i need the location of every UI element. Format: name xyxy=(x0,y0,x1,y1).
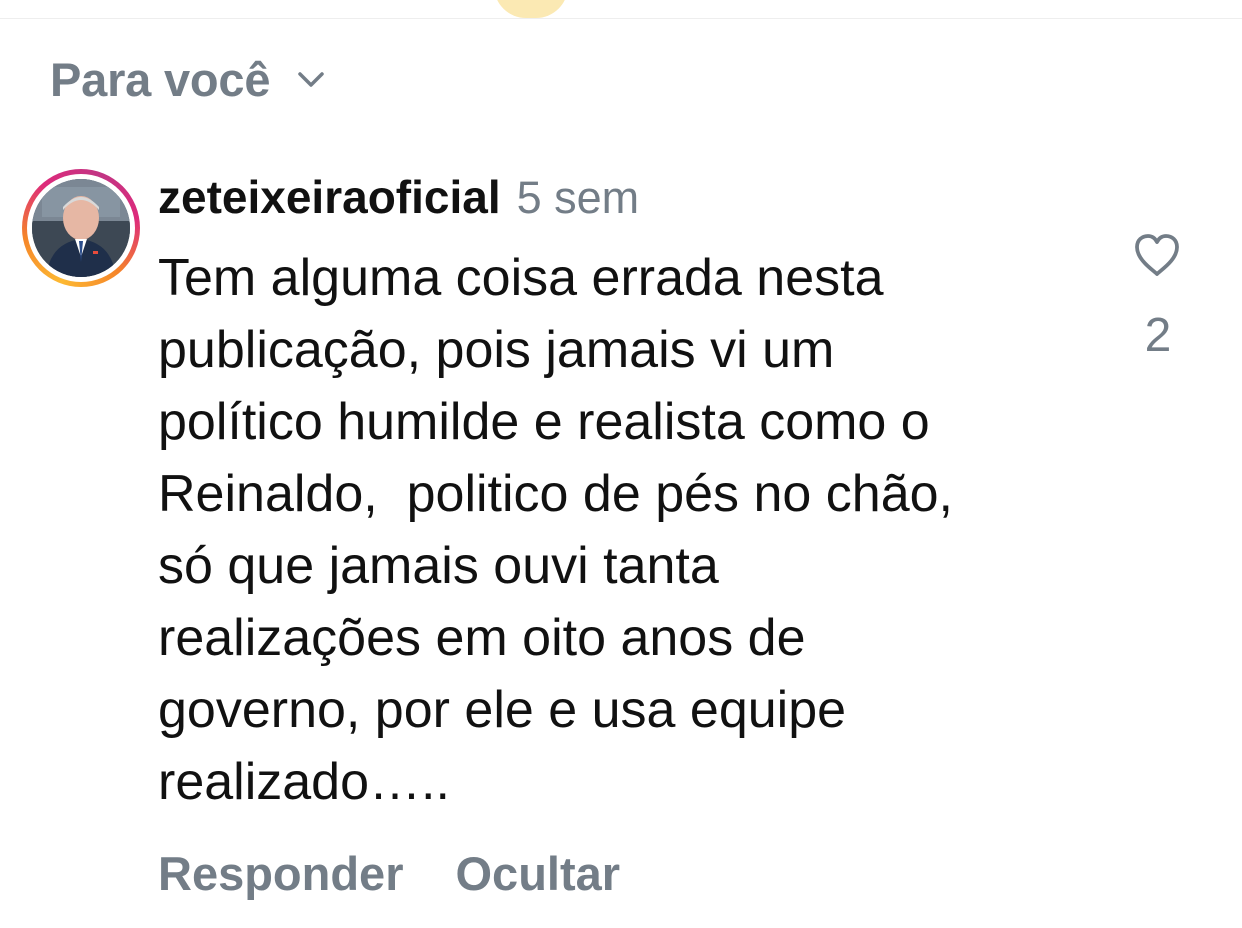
comment-line: publicação, pois jamais vi um xyxy=(158,321,835,379)
top-divider xyxy=(0,18,1242,19)
comment: zeteixeiraoficial 5 sem Tem alguma coisa… xyxy=(158,170,1078,818)
comment-line: Tem alguma coisa errada nesta xyxy=(158,249,884,307)
like-area: 2 xyxy=(1118,222,1198,362)
like-count: 2 xyxy=(1144,309,1172,362)
chevron-down-icon xyxy=(294,63,328,97)
sort-dropdown[interactable]: Para você xyxy=(50,52,328,107)
comment-header: zeteixeiraoficial 5 sem xyxy=(158,170,1078,234)
comment-line: realizações em oito anos de xyxy=(158,609,806,667)
heart-outline-icon[interactable] xyxy=(1132,230,1182,280)
comment-timestamp: 5 sem xyxy=(516,172,640,223)
avatar-story-ring[interactable] xyxy=(22,169,140,287)
partial-emoji-icon xyxy=(494,0,568,18)
comment-actions: Responder Ocultar xyxy=(158,846,620,901)
comment-line: Reinaldo, politico de pés no chão, xyxy=(158,465,953,523)
sort-label: Para você xyxy=(50,53,271,106)
comment-line: governo, por ele e usa equipe xyxy=(158,681,847,739)
avatar xyxy=(32,179,130,277)
comment-line: só que jamais ouvi tanta xyxy=(158,537,719,595)
username-link[interactable]: zeteixeiraoficial xyxy=(158,170,501,224)
hide-button[interactable]: Ocultar xyxy=(456,846,621,901)
comment-line: político humilde e realista como o xyxy=(158,393,930,451)
comment-text: Tem alguma coisa errada nesta publicação… xyxy=(158,242,1078,818)
comment-line: realizado….. xyxy=(158,753,450,811)
reply-button[interactable]: Responder xyxy=(158,846,404,901)
